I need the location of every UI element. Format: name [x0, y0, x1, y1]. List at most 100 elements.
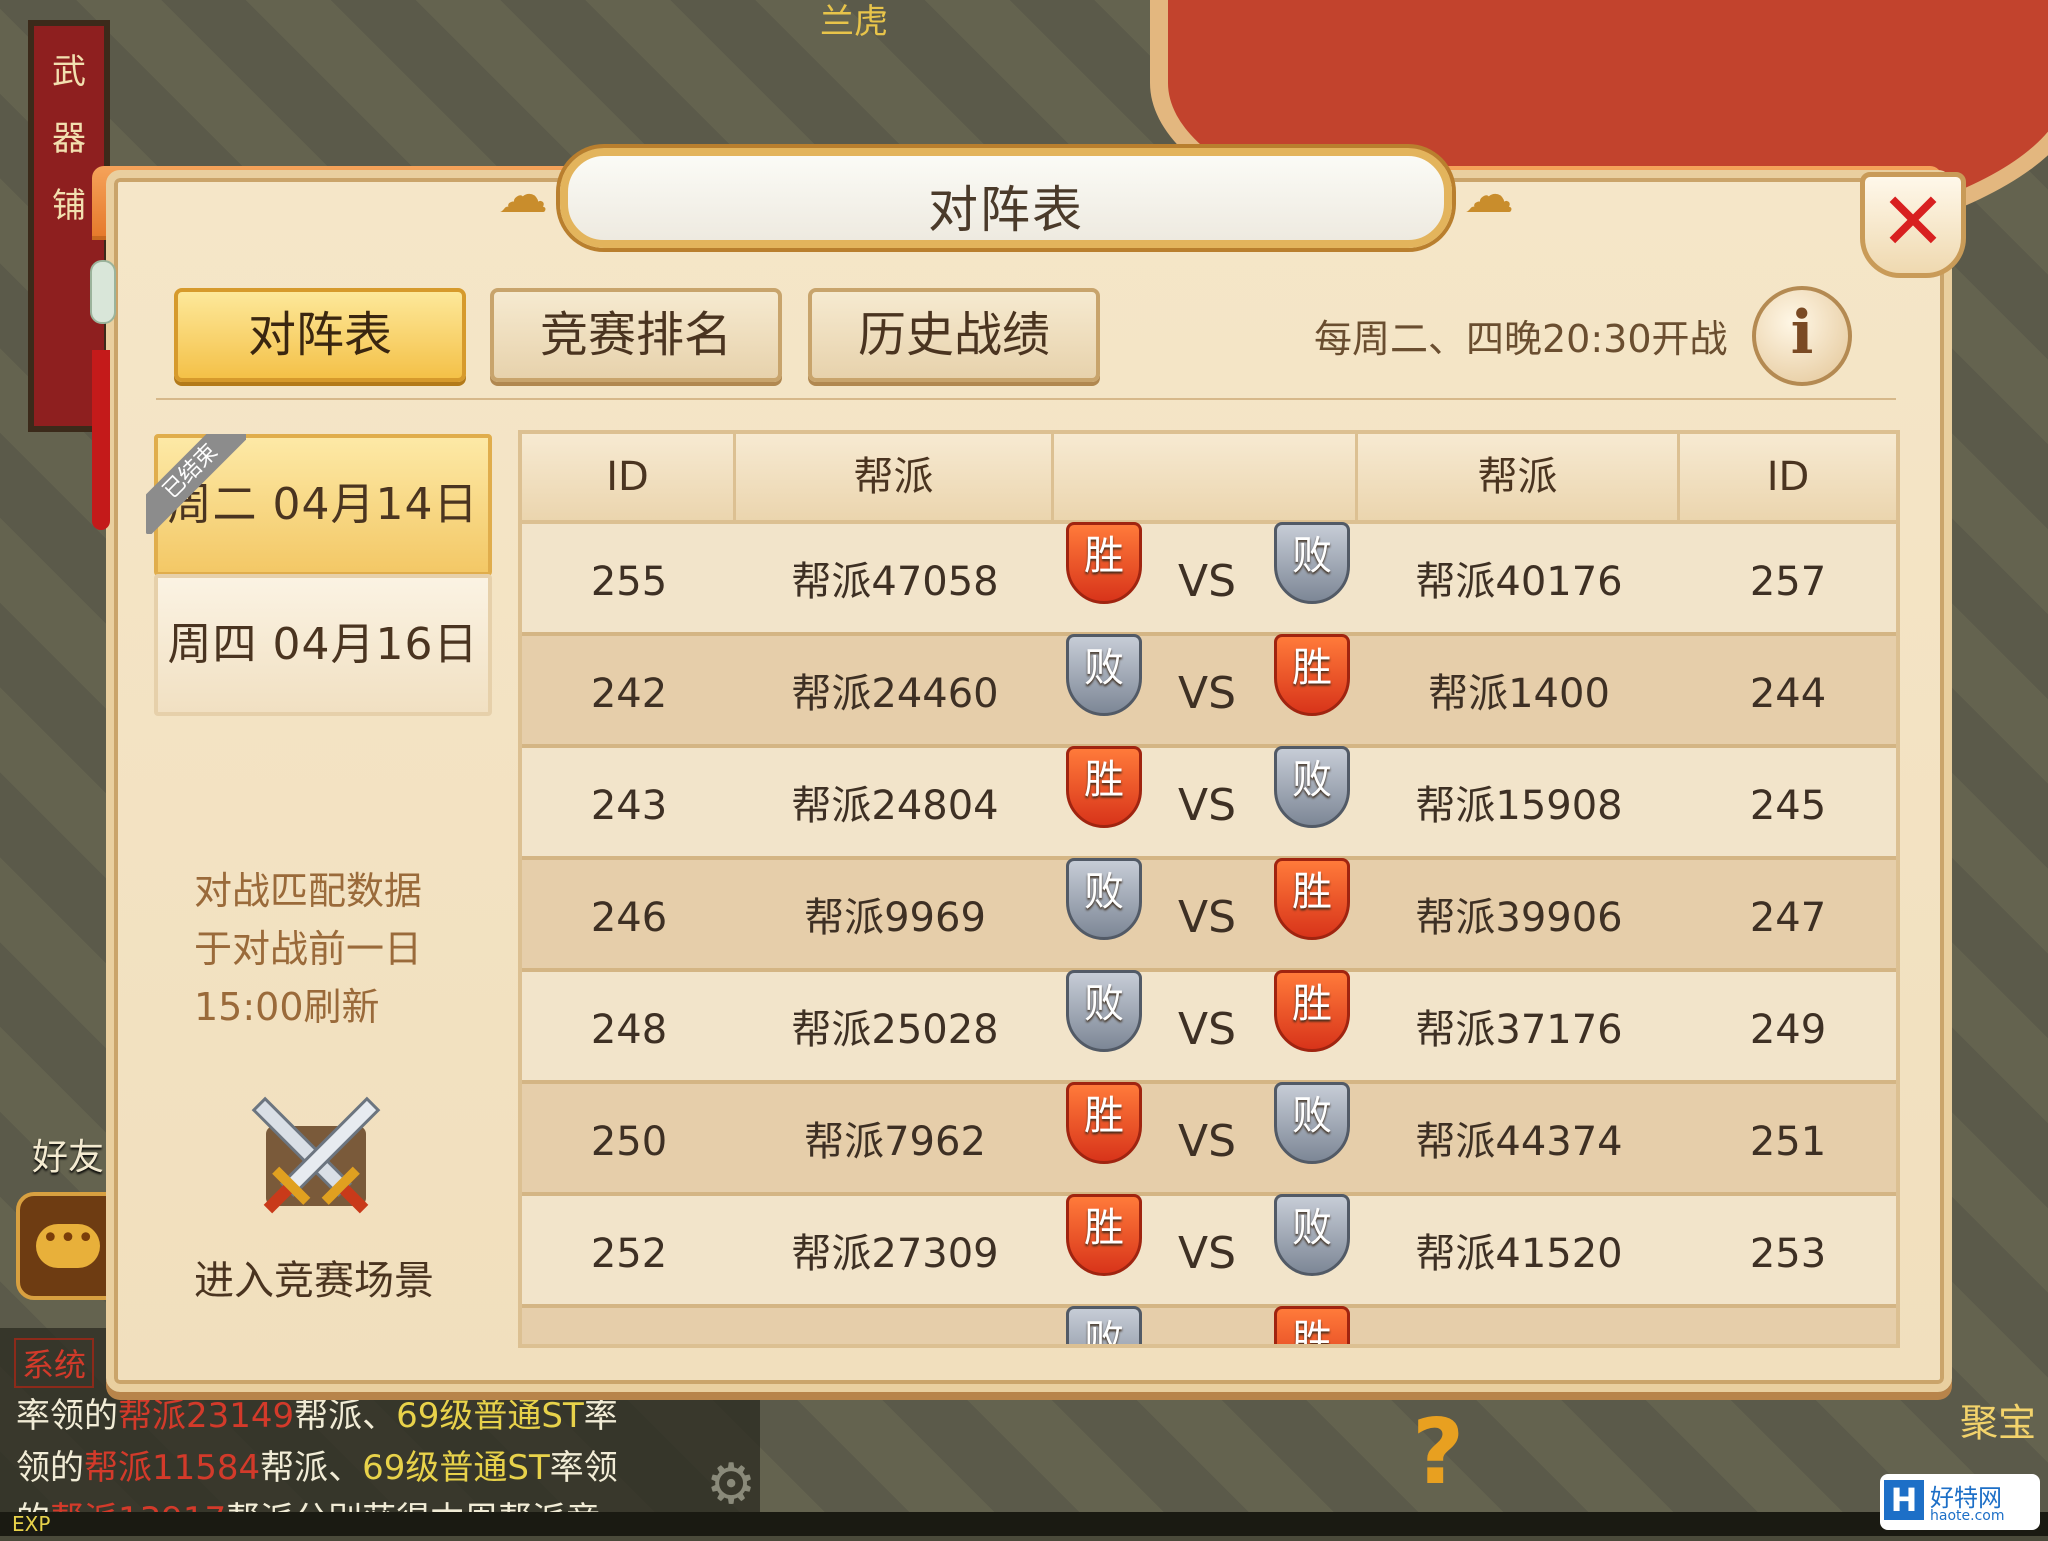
chat-segment: 69级普通ST	[362, 1448, 550, 1488]
right-guild-cell: 帮派41520	[1415, 1231, 1623, 1277]
badge-label: 败	[1292, 533, 1332, 579]
vs-label: VS	[1177, 780, 1237, 831]
badge-label: 胜	[1084, 533, 1124, 579]
lose-badge-icon: 败	[1274, 1082, 1350, 1164]
left-id-cell: 242	[590, 671, 668, 717]
tab-rankings[interactable]: 竞赛排名	[490, 288, 782, 382]
schedule-text: 每周二、四晚20:30开战	[1314, 317, 1728, 361]
left-guild-cell: 帮派7962	[804, 1119, 986, 1165]
table-row[interactable]: 242 帮派24460 帮派1400 244 VS 败 胜	[522, 634, 1896, 748]
chat-segment: 帮派、	[294, 1396, 397, 1436]
right-id-cell: 257	[1749, 559, 1827, 605]
right-id-cell: 247	[1749, 895, 1827, 941]
vs-label: VS	[1142, 1308, 1272, 1344]
win-badge-icon: 胜	[1066, 1082, 1142, 1164]
banner-char: 武	[52, 52, 86, 92]
left-id-cell: 250	[590, 1119, 668, 1165]
ended-label: 已结束	[146, 434, 246, 534]
right-id-cell: 245	[1749, 783, 1827, 829]
win-badge-icon: 胜	[1274, 970, 1350, 1052]
table-row[interactable]: VS 败 胜	[522, 1306, 1896, 1348]
right-id-cell: 249	[1749, 1007, 1827, 1053]
crossed-swords-icon[interactable]	[236, 1086, 396, 1236]
right-id-cell: 253	[1749, 1231, 1827, 1277]
refresh-note-line: 15:00刷新	[194, 985, 380, 1029]
exp-bar: EXP	[0, 1512, 2048, 1536]
right-guild-cell: 帮派39906	[1415, 895, 1623, 941]
friends-button[interactable]: 好友	[32, 1128, 104, 1180]
ended-ribbon: 已结束	[146, 434, 246, 534]
right-id-cell	[1680, 1308, 1896, 1344]
table-row[interactable]: 255 帮派47058 帮派40176 257 VS 胜 败	[522, 522, 1896, 636]
refresh-note-line: 于对战前一日	[194, 927, 423, 971]
lose-badge-icon: 败	[1066, 1306, 1142, 1348]
badge-label: 胜	[1084, 1205, 1124, 1251]
right-guild-cell: 帮派15908	[1415, 783, 1623, 829]
win-badge-icon: 胜	[1066, 1194, 1142, 1276]
cloud-ornament-icon: ☁	[498, 166, 548, 224]
lose-badge-icon: 败	[1066, 634, 1142, 716]
vs-label: VS	[1177, 668, 1237, 719]
enter-arena-button[interactable]: 进入竞赛场景	[194, 1248, 434, 1306]
left-guild-cell: 帮派47058	[791, 559, 999, 605]
jade-pendant-decoration	[82, 260, 122, 540]
exp-label: EXP	[12, 1512, 51, 1536]
badge-label: 胜	[1292, 869, 1332, 915]
scene-npc-label: 兰虎	[820, 2, 888, 42]
left-guild-cell: 帮派25028	[791, 1007, 999, 1053]
table-row[interactable]: 246 帮派9969 帮派39906 247 VS 败 胜	[522, 858, 1896, 972]
header-left-id: ID	[522, 434, 736, 520]
left-guild-cell: 帮派27309	[791, 1231, 999, 1277]
header-right-guild: 帮派	[1358, 434, 1680, 520]
chat-segment: 帮派、	[260, 1448, 363, 1488]
left-id-cell	[522, 1308, 736, 1344]
win-badge-icon: 胜	[1274, 634, 1350, 716]
win-badge-icon: 胜	[1066, 746, 1142, 828]
left-id-cell: 246	[590, 895, 668, 941]
vs-label: VS	[1177, 1004, 1237, 1055]
tab-history[interactable]: 历史战绩	[808, 288, 1100, 382]
badge-label: 败	[1084, 645, 1124, 691]
panel-title: 对阵表	[928, 181, 1084, 239]
left-guild-cell: 帮派24460	[791, 671, 999, 717]
info-button[interactable]: i	[1752, 286, 1852, 386]
watermark-logo: H	[1884, 1480, 1924, 1520]
gear-icon[interactable]: ⚙	[706, 1452, 756, 1517]
left-id-cell: 248	[590, 1007, 668, 1053]
close-button[interactable]: ✕	[1860, 172, 1966, 278]
right-guild-cell: 帮派1400	[1428, 671, 1610, 717]
vs-label: VS	[1177, 1116, 1237, 1167]
table-row[interactable]: 252 帮派27309 帮派41520 253 VS 胜 败	[522, 1194, 1896, 1308]
table-row[interactable]: 243 帮派24804 帮派15908 245 VS 胜 败	[522, 746, 1896, 860]
chat-segment: 帮派23149	[118, 1396, 295, 1436]
right-guild-cell	[1358, 1308, 1680, 1344]
left-id-cell: 252	[590, 1231, 668, 1277]
lose-badge-icon: 败	[1066, 970, 1142, 1052]
win-badge-icon: 胜	[1274, 858, 1350, 940]
table-header: ID 帮派 帮派 ID	[522, 434, 1896, 524]
site-watermark: H 好特网 haote.com	[1880, 1474, 2040, 1530]
scene-npc-label-right: 聚宝	[1960, 1401, 2037, 1445]
badge-label: 胜	[1292, 1317, 1332, 1348]
header-left-guild: 帮派	[736, 434, 1054, 520]
badge-label: 败	[1084, 981, 1124, 1027]
red-tassel	[92, 350, 110, 530]
tab-matchups[interactable]: 对阵表	[174, 288, 466, 382]
badge-label: 败	[1084, 1317, 1124, 1348]
chat-segment: 69级普通ST	[396, 1396, 584, 1436]
vs-label: VS	[1177, 1228, 1237, 1279]
date-tab-thursday[interactable]: 周四 04月16日	[154, 574, 492, 716]
table-row[interactable]: 248 帮派25028 帮派37176 249 VS 败 胜	[522, 970, 1896, 1084]
chat-segment: 率领的	[16, 1396, 118, 1436]
matchup-table[interactable]: ID 帮派 帮派 ID 255 帮派47058 帮派40176 257 VS 胜败 242 帮…	[518, 430, 1900, 1348]
help-icon[interactable]: ?	[1412, 1400, 1464, 1505]
left-id-cell: 255	[590, 559, 668, 605]
win-badge-icon: 胜	[1066, 522, 1142, 604]
banner-char: 器	[52, 119, 86, 159]
badge-label: 败	[1292, 1093, 1332, 1139]
badge-label: 胜	[1292, 645, 1332, 691]
chat-segment: 领的	[16, 1448, 84, 1488]
table-row[interactable]: 250 帮派7962 帮派44374 251 VS 胜 败	[522, 1082, 1896, 1196]
badge-label: 败	[1084, 869, 1124, 915]
right-guild-cell: 帮派44374	[1415, 1119, 1623, 1165]
